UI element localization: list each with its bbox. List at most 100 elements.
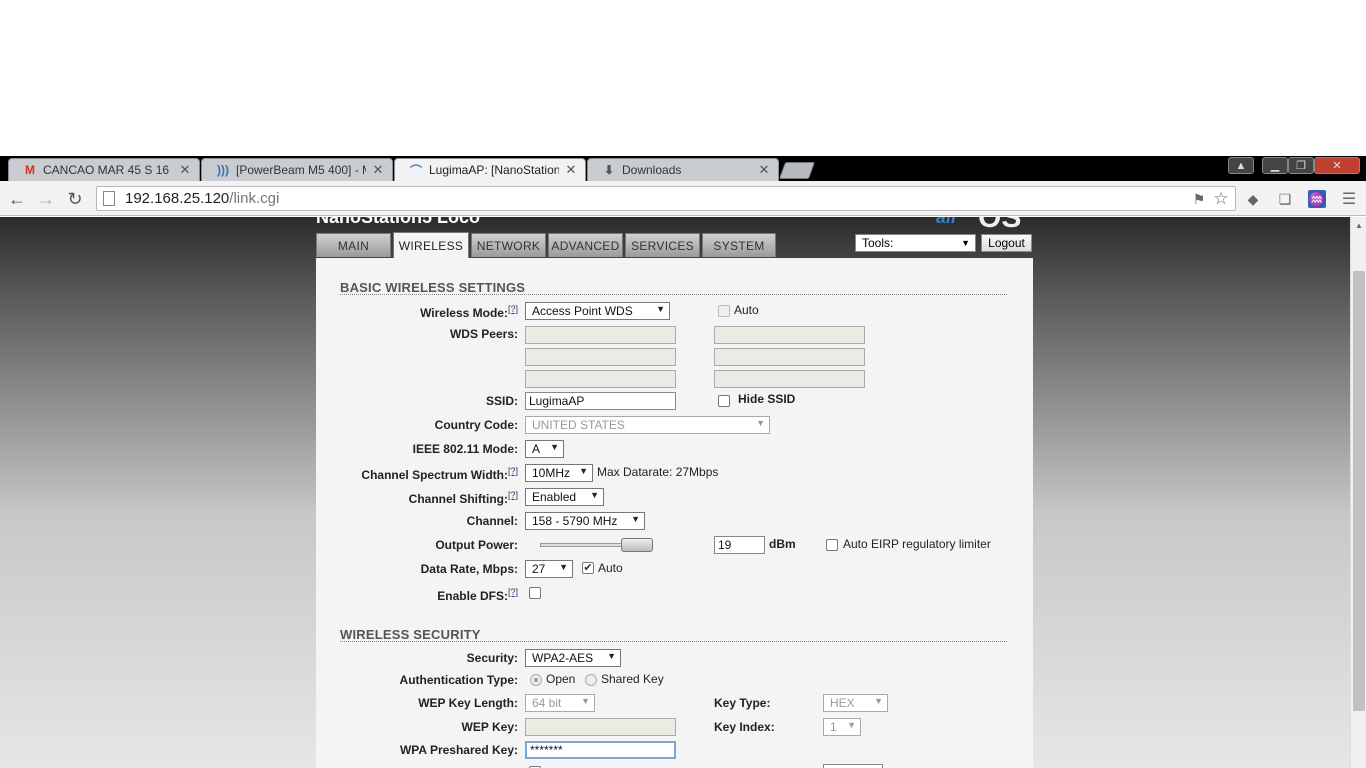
tab-advanced[interactable]: ADVANCED (548, 233, 623, 257)
wep-key-input[interactable] (525, 718, 676, 736)
enable-dfs-checkbox[interactable] (529, 587, 541, 599)
section-title-security: WIRELESS SECURITY (340, 627, 1007, 642)
wep-key-length-select[interactable]: 64 bit ▼ (525, 694, 595, 712)
auth-open-radio[interactable] (530, 674, 542, 686)
page-scrollbar[interactable]: ▲ (1350, 217, 1366, 768)
browser-tab-gmail[interactable]: M CANCAO MAR 45 S 16 PV ✕ (8, 158, 200, 181)
web-page: NanoStation5 Loco air OS MAIN WIRELESS N… (0, 217, 1350, 768)
close-icon[interactable]: ✕ (565, 162, 577, 178)
key-type-value: HEX (830, 696, 855, 710)
chevron-down-icon: ▼ (961, 238, 970, 248)
restore-icon[interactable]: ❐ (1288, 157, 1314, 174)
channel-label: Channel: (466, 514, 518, 528)
security-select[interactable]: WPA2-AES ▼ (525, 649, 621, 667)
wds-peer-input[interactable] (525, 370, 676, 388)
product-name: NanoStation5 Loco (316, 217, 481, 227)
bookmark-star-icon[interactable]: ☆ (1212, 189, 1230, 208)
logout-button[interactable]: Logout (981, 234, 1032, 252)
scroll-up-icon[interactable]: ▲ (1355, 221, 1363, 230)
tools-dropdown[interactable]: Tools: ▼ (855, 234, 976, 252)
tab-main[interactable]: MAIN (316, 233, 391, 257)
country-code-select[interactable]: UNITED STATES ▼ (525, 416, 770, 434)
channel-value: 158 - 5790 MHz (532, 514, 618, 528)
ssid-input[interactable]: LugimaAP (525, 392, 676, 410)
browser-tab-downloads[interactable]: ⬇ Downloads ✕ (587, 158, 779, 181)
output-power-slider-handle[interactable] (621, 538, 653, 552)
window-close-icon[interactable]: ✕ (1314, 157, 1360, 174)
output-power-input[interactable]: 19 (714, 536, 765, 554)
browser-tab-lugimaap[interactable]: ⌒ LugimaAP: [NanoStation5 ✕ (394, 158, 586, 181)
wds-peer-input[interactable] (525, 348, 676, 366)
minimize-icon[interactable]: ▁ (1262, 157, 1288, 174)
tab-title: CANCAO MAR 45 S 16 PV (43, 163, 173, 177)
tab-system[interactable]: SYSTEM (702, 233, 776, 257)
auto-wds-checkbox[interactable] (718, 305, 730, 317)
help-link[interactable]: [?] (508, 587, 518, 597)
close-icon[interactable]: ✕ (372, 162, 384, 178)
wds-peer-input[interactable] (714, 370, 865, 388)
close-icon[interactable]: ✕ (179, 162, 191, 178)
help-link[interactable]: [?] (508, 466, 518, 476)
user-profile-icon[interactable]: ▲ (1228, 157, 1254, 174)
extension-icon[interactable]: ❏ (1276, 190, 1294, 208)
key-type-select[interactable]: HEX ▼ (823, 694, 888, 712)
key-index-value: 1 (830, 720, 837, 734)
ubiquiti-icon: ⌒ (409, 163, 422, 178)
menu-icon[interactable]: ☰ (1340, 190, 1358, 208)
channel-width-select[interactable]: 10MHz ▼ (525, 464, 593, 482)
tab-services[interactable]: SERVICES (625, 233, 700, 257)
ieee-mode-select[interactable]: A ▼ (525, 440, 564, 458)
key-type-label: Key Type: (714, 696, 771, 710)
wpa-preshared-key-label: WPA Preshared Key: (399, 743, 518, 757)
enable-dfs-label: Enable DFS:[?] (437, 587, 518, 603)
close-icon[interactable]: ✕ (758, 162, 770, 178)
wep-key-label: WEP Key: (461, 720, 518, 734)
partial-input[interactable] (823, 764, 883, 768)
blank-area-above-browser (0, 0, 1366, 156)
tab-wireless[interactable]: WIRELESS (393, 232, 469, 258)
ieee-mode-label: IEEE 802.11 Mode: (412, 442, 518, 456)
wds-peers-label: WDS Peers: (449, 327, 518, 341)
data-rate-label: Data Rate, Mbps: (420, 562, 518, 576)
back-icon[interactable]: ← (6, 188, 28, 210)
extension-icon[interactable]: ◆ (1244, 190, 1262, 208)
hide-ssid-checkbox[interactable] (718, 395, 730, 407)
auto-eirp-label: Auto EIRP regulatory limiter (843, 537, 991, 551)
wireless-mode-select[interactable]: Access Point WDS ▼ (525, 302, 670, 320)
chevron-down-icon: ▼ (559, 562, 568, 572)
brand-logo: air (936, 217, 959, 227)
data-rate-select[interactable]: 27 ▼ (525, 560, 573, 578)
wds-peer-input[interactable] (714, 326, 865, 344)
forward-icon[interactable]: → (35, 188, 57, 210)
brand-logo-suffix: OS (978, 217, 1022, 234)
help-link[interactable]: [?] (508, 490, 518, 500)
data-rate-auto-checkbox[interactable]: ✔ (582, 562, 594, 574)
channel-shifting-select[interactable]: Enabled ▼ (525, 488, 604, 506)
wpa-preshared-key-input[interactable]: ******* (525, 741, 676, 759)
wds-peer-input[interactable] (525, 326, 676, 344)
new-tab-button[interactable] (778, 162, 816, 179)
auth-shared-radio[interactable] (585, 674, 597, 686)
channel-select[interactable]: 158 - 5790 MHz ▼ (525, 512, 645, 530)
chevron-down-icon: ▼ (756, 418, 765, 428)
scrollbar-thumb[interactable] (1353, 271, 1365, 711)
address-bar[interactable]: 192.168.25.120/link.cgi (96, 186, 1236, 211)
chevron-down-icon: ▼ (581, 696, 590, 706)
tab-network[interactable]: NETWORK (471, 233, 546, 257)
url-host: 192.168.25.120 (125, 190, 230, 207)
translate-icon[interactable]: ⚑ (1190, 190, 1208, 208)
reload-icon[interactable]: ↻ (64, 188, 86, 210)
ieee-mode-value: A (532, 442, 541, 456)
power-unit: dBm (769, 537, 796, 551)
wds-peer-input[interactable] (714, 348, 865, 366)
data-rate-value: 27 (532, 562, 546, 576)
wep-key-length-value: 64 bit (532, 696, 562, 710)
auto-eirp-checkbox[interactable] (826, 539, 838, 551)
chevron-down-icon: ▼ (874, 696, 883, 706)
key-index-select[interactable]: 1 ▼ (823, 718, 861, 736)
download-icon: ⬇ (603, 163, 615, 177)
help-link[interactable]: [?] (508, 304, 518, 314)
browser-tab-strip: M CANCAO MAR 45 S 16 PV ✕ ))) [PowerBeam… (0, 156, 1366, 181)
extension-icon[interactable]: ♒ (1308, 190, 1326, 208)
browser-tab-powerbeam[interactable]: ))) [PowerBeam M5 400] - M ✕ (201, 158, 393, 181)
